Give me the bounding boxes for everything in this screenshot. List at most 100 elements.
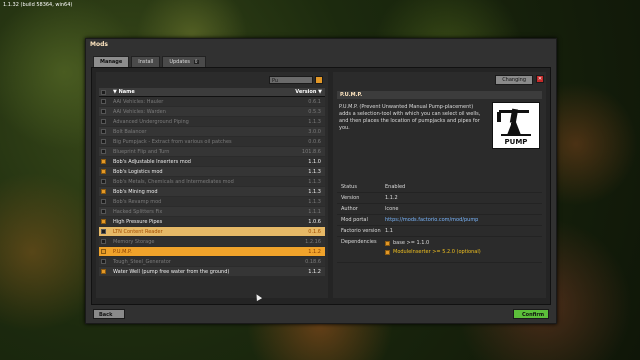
mod-list-row[interactable]: Bob's Mining mod 1.1.3 (99, 187, 325, 197)
mod-enabled-checkbox[interactable] (101, 169, 106, 174)
mod-list-row[interactable]: High Pressure Pipes 1.0.6 (99, 217, 325, 227)
mod-name: Blueprint Flip and Turn (113, 149, 170, 155)
search-icon[interactable] (315, 76, 323, 84)
back-button[interactable]: Back (93, 309, 125, 319)
mod-name: Big Pumpjack - Extract from various oil … (113, 139, 232, 145)
mod-list-row[interactable]: P.U.M.P. 1.1.2 (99, 247, 325, 257)
column-name-header[interactable]: ▼ Name (113, 89, 135, 95)
mod-name: AAI Vehicles: Hauler (113, 99, 164, 105)
mod-name: Memory Storage (113, 239, 155, 245)
mod-title: P.U.M.P. (337, 91, 542, 99)
mod-version: 1.0.6 (308, 219, 321, 225)
info-key: Status (341, 184, 357, 190)
tab-updates-label: Updates (169, 59, 191, 65)
mod-name: Hacked Splitters Fix (113, 209, 163, 215)
mouse-cursor-icon (253, 292, 263, 302)
mod-list-row[interactable]: Bob's Logistics mod 1.1.3 (99, 167, 325, 177)
mod-version: 1.1.3 (308, 169, 321, 175)
mod-name: Tough_Steel_Generator (113, 259, 171, 265)
mod-version: 1.1.0 (308, 159, 321, 165)
mod-version: 1.1.1 (308, 209, 321, 215)
mod-enabled-checkbox[interactable] (101, 119, 106, 124)
mod-name: High Pressure Pipes (113, 219, 163, 225)
mod-enabled-checkbox[interactable] (101, 179, 106, 184)
thumb-text: PUMP (505, 138, 528, 146)
updates-count-badge: 0 (193, 59, 199, 64)
pumpjack-icon: PUMP (493, 103, 539, 148)
mod-enabled-checkbox[interactable] (101, 199, 106, 204)
mod-enabled-checkbox[interactable] (101, 209, 106, 214)
confirm-button[interactable]: Confirm (513, 309, 549, 319)
mod-version: 101.8.6 (301, 149, 321, 155)
info-key: Version (341, 195, 360, 201)
dependency-text: ModuleInserter >= 5.2.0 (optional) (393, 249, 481, 255)
mod-enabled-checkbox[interactable] (101, 239, 106, 244)
mod-enabled-checkbox[interactable] (101, 149, 106, 154)
mod-version: 1.1.2 (308, 249, 321, 255)
mod-name: Advanced Underground Piping (113, 119, 189, 125)
column-version-header[interactable]: Version ▼ (295, 89, 322, 95)
info-row: Version 1.1.2 (337, 193, 542, 204)
mod-name: AAI Vehicles: Warden (113, 109, 166, 115)
mod-name: Bob's Adjustable Inserters mod (113, 159, 191, 165)
dependency-checkbox (385, 250, 390, 255)
mod-enabled-checkbox[interactable] (101, 139, 106, 144)
mod-list-row[interactable]: Blueprint Flip and Turn 101.8.6 (99, 147, 325, 157)
mod-list-row[interactable]: Tough_Steel_Generator 0.18.6 (99, 257, 325, 267)
mod-name: Bolt Balancer (113, 129, 147, 135)
info-row: Factorio version 1.1 (337, 226, 542, 237)
mod-version: 1.2.16 (305, 239, 321, 245)
dependency-item: base >= 1.1.0 (385, 239, 542, 248)
mod-list-panel: Pu ▼ Name Version ▼ AAI Vehicles: Hauler… (96, 72, 328, 302)
info-row: Status Enabled (337, 182, 542, 193)
mod-list-row[interactable]: AAI Vehicles: Warden 0.5.3 (99, 107, 325, 117)
changing-button[interactable]: Changing (495, 75, 533, 85)
mod-enabled-checkbox[interactable] (101, 99, 106, 104)
mod-description: P.U.M.P. (Prevent Unwanted Manual Pump-p… (339, 104, 481, 131)
mod-name: P.U.M.P. (113, 249, 132, 255)
mod-enabled-checkbox[interactable] (101, 259, 106, 264)
mod-enabled-checkbox[interactable] (101, 219, 106, 224)
dependency-checkbox (385, 241, 390, 246)
info-value: Enabled (385, 184, 406, 190)
dependencies-row: Dependencies base >= 1.1.0 ModuleInserter … (337, 237, 542, 263)
select-all-checkbox[interactable] (101, 90, 106, 95)
mod-list-row[interactable]: Advanced Underground Piping 1.1.3 (99, 117, 325, 127)
info-value: lcone (385, 206, 399, 212)
window-title: Mods (90, 41, 108, 48)
mod-list-row[interactable]: AAI Vehicles: Hauler 0.6.1 (99, 97, 325, 107)
mod-list-row[interactable]: Big Pumpjack - Extract from various oil … (99, 137, 325, 147)
mod-list-row[interactable]: Water Well (pump free water from the gro… (99, 267, 325, 277)
mod-list-row[interactable]: Bob's Metals, Chemicals and Intermediate… (99, 177, 325, 187)
mod-list-row[interactable]: Bolt Balancer 3.0.0 (99, 127, 325, 137)
column-name-label: Name (118, 89, 135, 95)
mod-name: Bob's Revamp mod (113, 199, 162, 205)
mod-portal-link[interactable]: https://mods.factorio.com/mod/pump (385, 215, 542, 225)
mod-info-table: Status Enabled Version 1.1.2 Author lcone Mod … (337, 182, 542, 263)
sort-arrow-icon: ▼ (318, 89, 322, 95)
mod-enabled-checkbox[interactable] (101, 229, 106, 234)
mod-list-row[interactable]: Memory Storage 1.2.16 (99, 237, 325, 247)
mod-enabled-checkbox[interactable] (101, 129, 106, 134)
info-row: Mod portal https://mods.factorio.com/mod/… (337, 215, 542, 226)
mod-version: 0.18.6 (305, 259, 321, 265)
mod-enabled-checkbox[interactable] (101, 189, 106, 194)
mod-list-row[interactable]: Bob's Adjustable Inserters mod 1.1.0 (99, 157, 325, 167)
mod-enabled-checkbox[interactable] (101, 159, 106, 164)
mod-enabled-checkbox[interactable] (101, 249, 106, 254)
search-input[interactable]: Pu (269, 76, 313, 84)
mod-version: 0.0.6 (308, 139, 321, 145)
info-row: Author lcone (337, 204, 542, 215)
mod-version: 0.1.6 (308, 229, 321, 235)
mod-thumbnail: PUMP (492, 102, 540, 149)
mod-list-row[interactable]: Bob's Revamp mod 1.1.3 (99, 197, 325, 207)
sort-arrow-icon: ▼ (113, 89, 117, 95)
mod-list-row[interactable]: Hacked Splitters Fix 1.1.1 (99, 207, 325, 217)
mod-enabled-checkbox[interactable] (101, 269, 106, 274)
dependency-item: ModuleInserter >= 5.2.0 (optional) (385, 248, 542, 257)
content-panel: Pu ▼ Name Version ▼ AAI Vehicles: Hauler… (91, 67, 551, 305)
delete-icon[interactable]: ✕ (536, 75, 544, 83)
mod-list-row[interactable]: LTN Content Reader 0.1.6 (99, 227, 325, 237)
mod-list: AAI Vehicles: Hauler 0.6.1 AAI Vehicles: W… (99, 97, 325, 277)
mod-enabled-checkbox[interactable] (101, 109, 106, 114)
